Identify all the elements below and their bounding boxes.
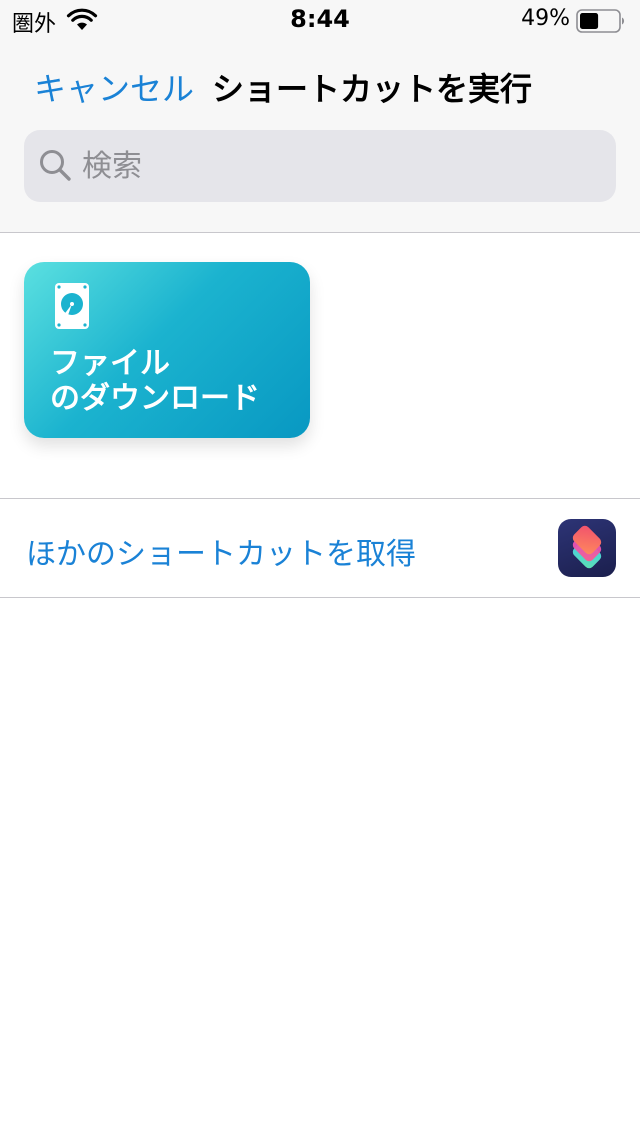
header-area: 圏外 8:44 49% キャンセル ショートカットを実行 [0,0,640,233]
divider [0,597,640,598]
cancel-button[interactable]: キャンセル [34,64,194,110]
get-more-shortcuts-row[interactable]: ほかのショートカットを取得 [0,499,640,597]
hard-drive-icon [55,283,89,329]
navigation-bar: キャンセル ショートカットを実行 [0,40,640,128]
status-bar: 圏外 8:44 49% [0,0,640,40]
search-input[interactable] [80,130,602,202]
search-field[interactable] [24,130,616,202]
search-icon [40,150,71,181]
shortcuts-app-icon [558,519,616,577]
shortcuts-logo-icon [572,525,602,569]
run-shortcut-screen: 圏外 8:44 49% キャンセル ショートカットを実行 検索 ファイル のダウ… [0,0,640,1136]
shortcut-title: ファイル のダウンロード [50,346,260,416]
page-title: ショートカットを実行 [212,70,533,108]
shortcut-tile-file-download[interactable]: ファイル のダウンロード [24,262,310,438]
battery-icon [576,9,625,33]
get-more-shortcuts-label: ほかのショートカットを取得 [26,537,416,572]
battery-percentage: 49% [521,6,570,31]
